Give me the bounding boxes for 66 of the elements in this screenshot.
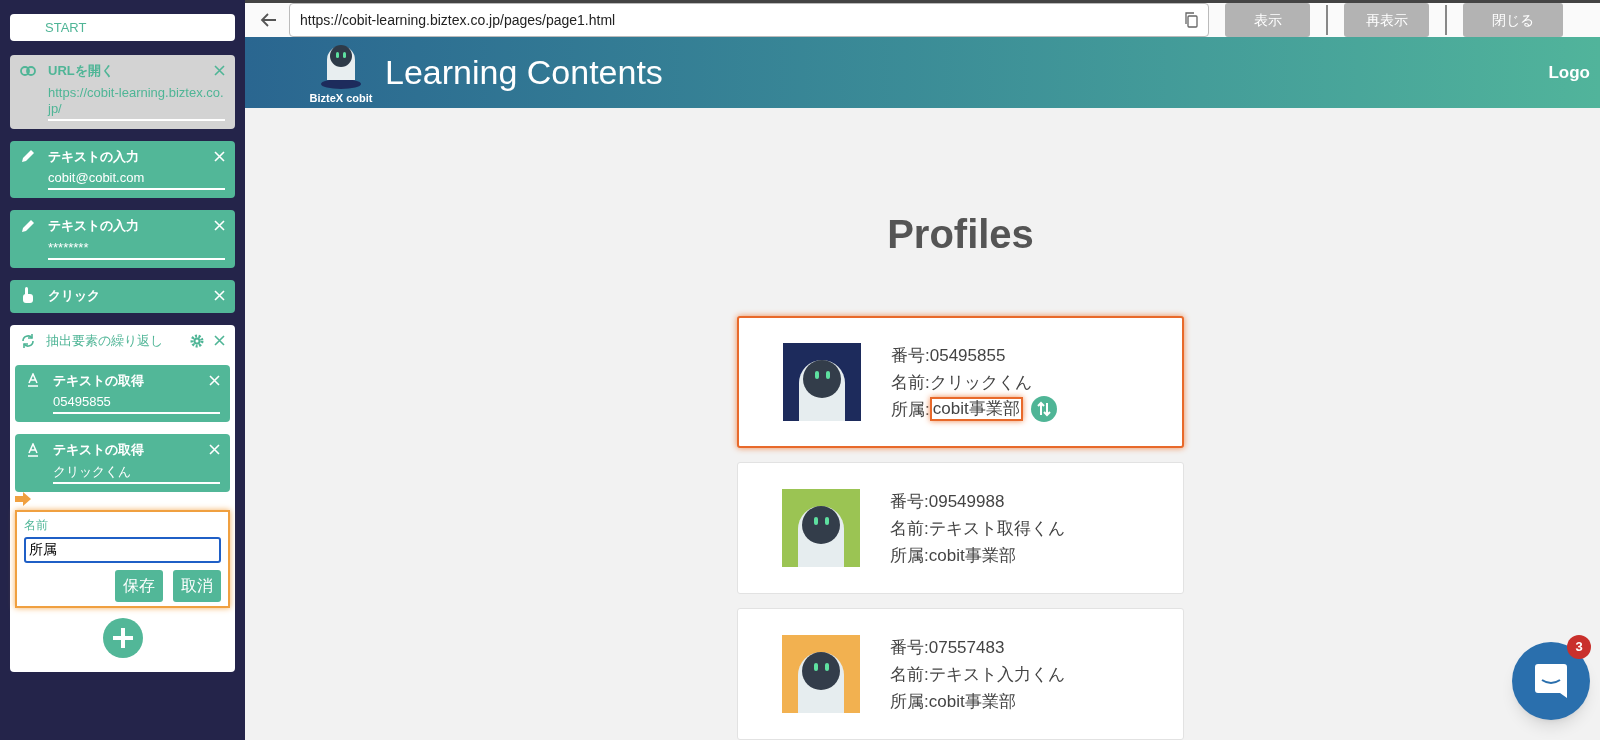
pencil-icon [21,149,35,164]
toolbar-button[interactable]: 閉じる [1463,3,1563,37]
text-letter-icon [27,373,39,388]
field-label: 名前: [891,371,930,394]
page-heading: Profiles [887,211,1034,258]
toolbar-button[interactable]: 再表示 [1344,3,1429,37]
field-value: 05495855 [929,344,1006,367]
field-value: 09549988 [928,490,1005,513]
profile-card[interactable]: 番号:09549988 名前:テキスト取得くん 所属:cobit事業部 [737,462,1184,594]
step-title: テキストの入力 [48,217,140,235]
chat-button[interactable] [1512,642,1590,720]
url-field[interactable]: https://cobit-learning.biztex.co.jp/pages/page1.html [289,3,1209,37]
step-card[interactable]: テキストの入力 cobit@cobit.com [10,140,235,198]
step-card[interactable]: テキストの入力 ******** [10,210,235,268]
field-label: 所属: [890,544,929,567]
field-value: 07557483 [928,636,1005,659]
step-title: クリック [48,286,101,305]
step-value-field[interactable]: cobit@cobit.com [48,170,225,190]
nav-link[interactable]: Logo [1548,59,1590,86]
step-title: テキストの取得 [53,441,145,459]
settings-icon[interactable] [190,333,204,348]
chat-icon [1535,664,1567,698]
pencil-icon [21,218,35,233]
field-label: 番号: [890,636,929,659]
site-title: Learning Contents [385,52,663,93]
sort-arrows-icon[interactable] [1031,395,1057,422]
field-label: 番号: [891,344,930,367]
field-value: cobit事業部 [929,397,1023,421]
field-value: クリックくん [929,371,1032,394]
toolbar-button[interactable]: 表示 [1225,3,1310,37]
field-value: cobit事業部 [928,690,1016,713]
field-label: 名前 [24,516,49,534]
start-block[interactable]: START [10,14,235,41]
field-label: 所属: [891,398,930,421]
copy-icon[interactable] [1184,12,1198,28]
notification-badge: 3 [1567,635,1591,659]
step-card[interactable]: クリック [10,279,235,313]
form-button[interactable]: 保存 [115,569,163,602]
form-button[interactable]: 取消 [173,569,221,602]
step-title: テキストの取得 [53,371,145,390]
field-label: 名前: [890,517,929,540]
logo-text: BizteX cobit [309,91,373,107]
text-letter-icon [27,442,39,457]
profile-card[interactable]: 番号:07557483 名前:テキスト入力くん 所属:cobit事業部 [737,608,1184,740]
close-icon[interactable] [214,335,225,347]
loop-title: 抽出要素の繰り返し [46,332,164,350]
step-value-field[interactable]: クリックくん [53,463,220,484]
link-icon [20,65,36,76]
step-card[interactable]: テキストの取得 クリックくん [15,434,230,492]
field-value: cobit事業部 [928,544,1016,567]
step-title: URLを開く [48,62,115,80]
field-label: 名前: [890,663,929,686]
right-arrow-icon [15,491,31,506]
field-label: 番号: [890,490,929,513]
add-step-icon[interactable] [102,617,143,658]
profile-card[interactable]: 番号:05495855 名前:クリックくん 所属: cobit事業部 [737,316,1184,448]
field-value: テキスト入力くん [928,663,1065,686]
step-value-field[interactable]: 05495855 [53,394,220,414]
step-value-field[interactable]: ******** [48,239,225,260]
field-value: テキスト取得くん [928,517,1065,540]
step-title: テキストの入力 [48,147,140,166]
refresh-icon [20,332,36,349]
step-card[interactable]: テキストの取得 05495855 [15,364,230,422]
name-input-field[interactable]: 所属 [24,536,221,563]
field-label: 所属: [890,690,929,713]
pointing-hand-icon [22,287,34,304]
